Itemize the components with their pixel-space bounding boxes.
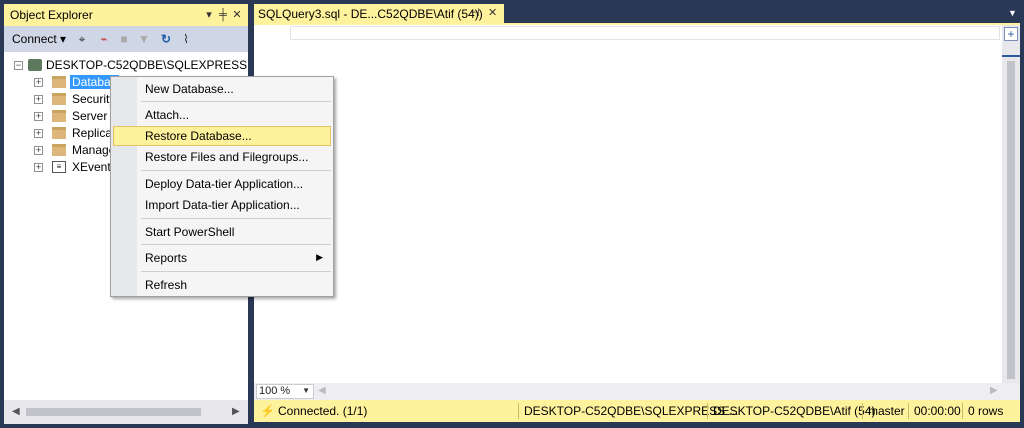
server-icon [28, 59, 42, 71]
expand-icon[interactable]: + [34, 112, 43, 121]
tree-node-server[interactable]: − DESKTOP-C52QDBE\SQLEXPRESS (SQL [14, 57, 248, 74]
scrollbar-thumb[interactable] [26, 408, 201, 416]
pin-icon[interactable]: ⊣ [470, 6, 480, 19]
menu-item-start-powershell[interactable]: Start PowerShell [113, 222, 331, 242]
folder-icon [52, 110, 66, 122]
menu-item-label: Restore Files and Filegroups... [145, 150, 309, 164]
menu-item-label: Import Data-tier Application... [145, 198, 300, 212]
filter-icon[interactable]: ▼ [136, 30, 152, 48]
menu-separator [141, 271, 331, 272]
status-separator [707, 403, 708, 419]
horizontal-scrollbar[interactable]: ◀ ▶ [4, 400, 248, 424]
object-explorer-title: Object Explorer [10, 8, 93, 22]
zoom-select[interactable]: 100 % ▼ [256, 384, 314, 399]
menu-item-restore-database[interactable]: Restore Database... [113, 126, 331, 146]
menu-separator [141, 170, 331, 171]
connection-status: Connected. (1/1) [278, 404, 368, 418]
scrollbar-thumb[interactable] [1007, 61, 1015, 379]
folder-icon [52, 93, 66, 105]
expand-icon[interactable]: + [34, 146, 43, 155]
folder-icon [52, 127, 66, 139]
expand-icon[interactable]: + [34, 78, 43, 87]
submenu-arrow-icon: ▶ [316, 252, 323, 262]
connect-plug-icon[interactable]: ⌖ [74, 30, 90, 48]
menu-item-label: Refresh [145, 278, 188, 292]
expand-icon[interactable]: + [34, 163, 43, 172]
status-database: master [868, 404, 905, 418]
status-elapsed: 00:00:00 [914, 404, 961, 418]
chevron-down-icon[interactable]: ▼ [1008, 8, 1017, 18]
pin-icon[interactable]: ╪ [216, 6, 230, 24]
menu-item-deploy-dac[interactable]: Deploy Data-tier Application... [113, 174, 331, 194]
menu-item-label: Restore Database... [145, 129, 252, 143]
status-separator [518, 403, 519, 419]
menu-item-label: Deploy Data-tier Application... [145, 177, 304, 191]
menu-separator [141, 101, 331, 102]
zoom-value: 100 % [259, 385, 291, 397]
menu-item-restore-files[interactable]: Restore Files and Filegroups... [113, 147, 331, 167]
tab-label: SQLQuery3.sql - DE...C52QDBE\Atif (54)) [258, 7, 483, 21]
status-separator [908, 403, 909, 419]
menu-item-label: Reports [145, 251, 188, 265]
tree-node-label: Security [72, 92, 116, 106]
current-line-highlight [290, 26, 1000, 40]
xevent-icon: ≡ [52, 161, 66, 173]
scroll-right-icon[interactable]: ▶ [990, 385, 998, 396]
menu-item-reports[interactable]: Reports ▶ [113, 248, 331, 268]
vertical-scrollbar[interactable]: + [1002, 25, 1020, 383]
zoom-bar: 100 % ▼ ◀ ▶ [254, 383, 1020, 400]
menu-separator [141, 244, 331, 245]
activity-monitor-icon[interactable]: ⌇ [178, 30, 194, 48]
menu-separator [141, 218, 331, 219]
object-explorer-toolbar: Connect ▾ ⌖ ⌁ ■ ▼ ↻ ⌇ [4, 26, 248, 52]
status-separator [862, 403, 863, 419]
scroll-marker [1002, 55, 1020, 57]
object-explorer-title-bar: Object Explorer ▾ ╪ ✕ [4, 4, 248, 26]
connected-icon: ⚡ [260, 404, 275, 418]
context-menu: New Database... Attach... Restore Databa… [110, 76, 334, 297]
menu-item-label: New Database... [145, 82, 234, 96]
window-position-icon[interactable]: ▾ [202, 6, 216, 24]
menu-item-refresh[interactable]: Refresh [113, 275, 331, 295]
chevron-down-icon[interactable]: ▼ [302, 386, 310, 395]
collapse-icon[interactable]: − [14, 61, 23, 70]
scroll-left-icon[interactable]: ◀ [12, 406, 20, 417]
menu-item-import-dac[interactable]: Import Data-tier Application... [113, 195, 331, 215]
close-icon[interactable]: ✕ [230, 6, 244, 24]
status-rows: 0 rows [968, 404, 1004, 418]
close-icon[interactable]: ✕ [488, 6, 497, 19]
connect-button[interactable]: Connect ▾ [12, 32, 66, 46]
server-label: DESKTOP-C52QDBE\SQLEXPRESS (SQL [46, 58, 248, 72]
scroll-left-icon[interactable]: ◀ [318, 385, 326, 396]
disconnect-icon[interactable]: ⌁ [96, 30, 112, 48]
tab-sqlquery3[interactable]: SQLQuery3.sql - DE...C52QDBE\Atif (54)) … [254, 4, 504, 23]
folder-icon [52, 144, 66, 156]
menu-item-new-database[interactable]: New Database... [113, 79, 331, 99]
menu-item-label: Start PowerShell [145, 225, 235, 239]
tree-node-label: Manage [72, 143, 116, 157]
folder-icon [52, 76, 66, 88]
expand-icon[interactable]: + [34, 95, 43, 104]
scroll-right-icon[interactable]: ▶ [232, 406, 240, 417]
query-editor[interactable]: + [254, 23, 1020, 383]
status-bar: ⚡ Connected. (1/1) DESKTOP-C52QDBE\SQLEX… [254, 400, 1020, 422]
expand-icon[interactable]: + [34, 129, 43, 138]
menu-item-label: Attach... [145, 108, 190, 122]
split-icon[interactable]: + [1004, 27, 1018, 41]
refresh-icon[interactable]: ↻ [158, 30, 174, 48]
tree-node-label: Replicat [72, 126, 116, 140]
status-user: DESKTOP-C52QDBE\Atif (54) [713, 404, 876, 418]
stop-icon[interactable]: ■ [116, 30, 132, 48]
status-separator [962, 403, 963, 419]
menu-item-attach[interactable]: Attach... [113, 105, 331, 125]
